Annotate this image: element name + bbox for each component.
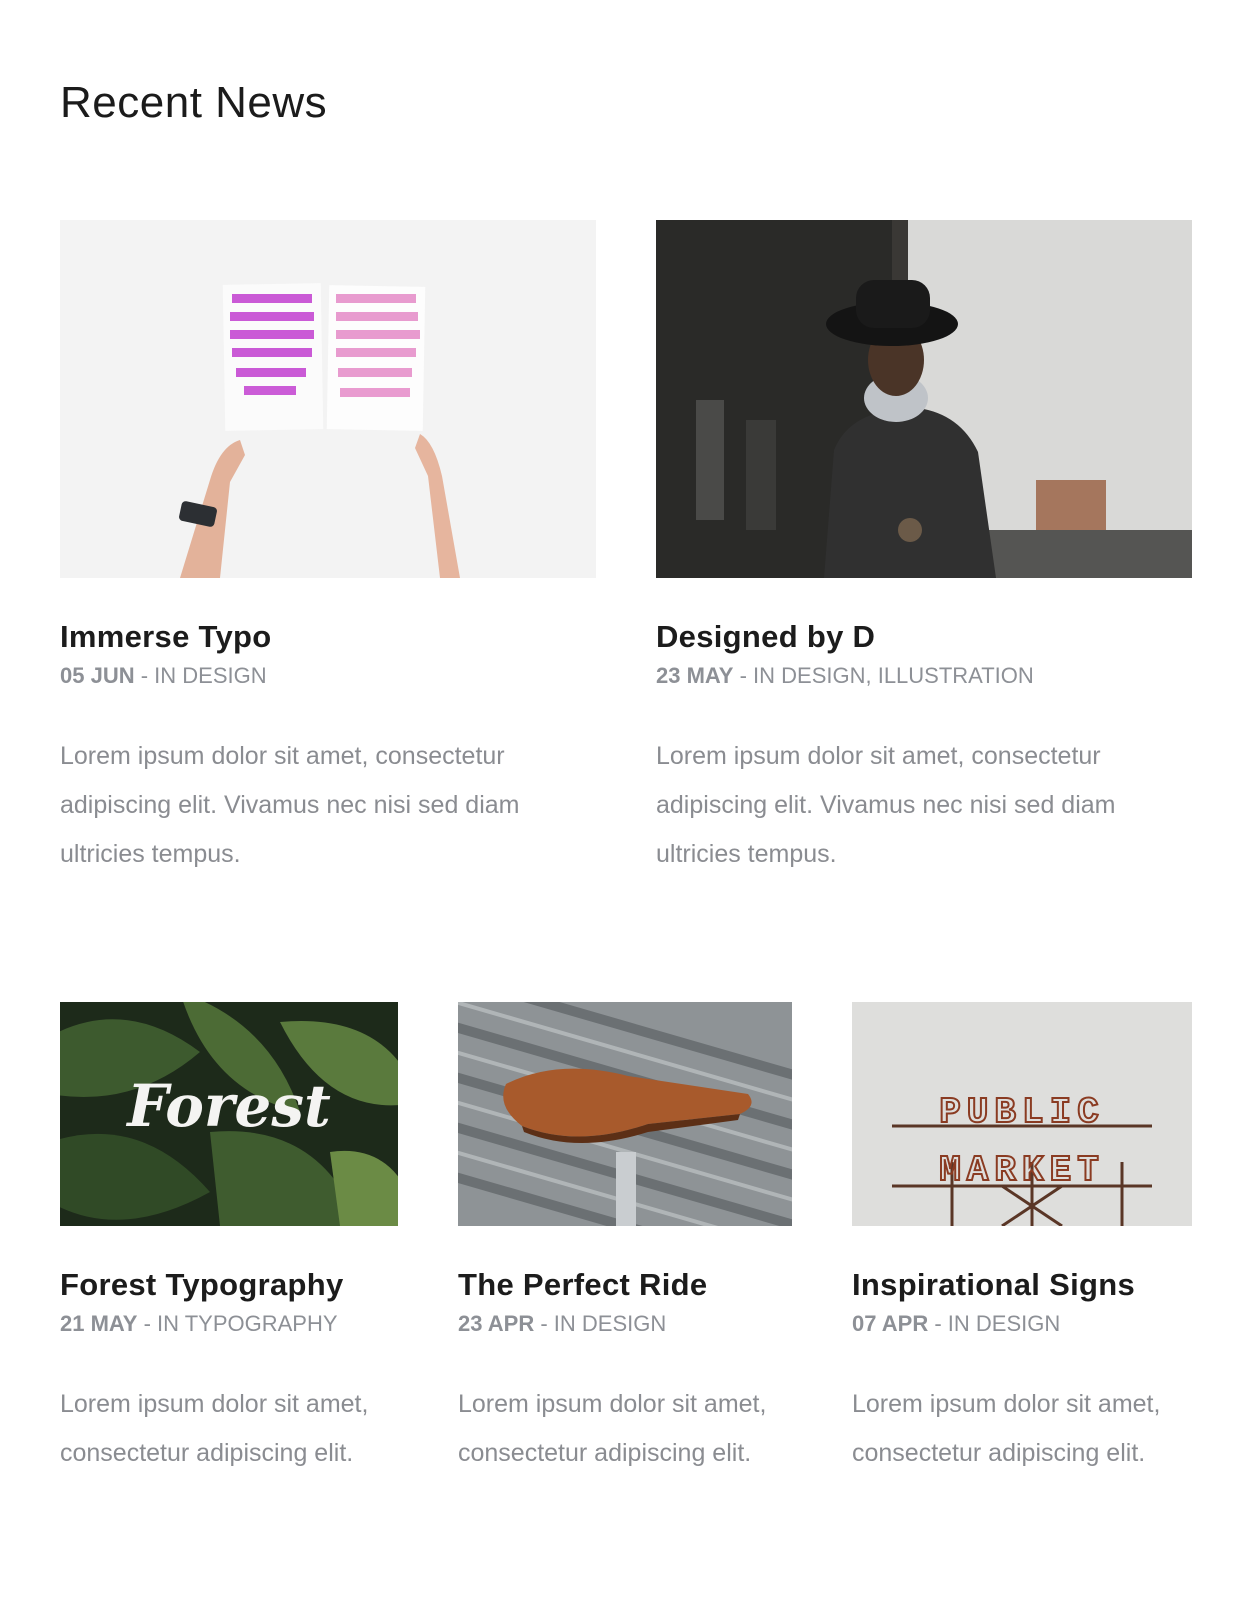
bicycle-saddle-image xyxy=(458,1002,792,1226)
post-categories[interactable]: IN DESIGN xyxy=(154,663,266,688)
public-market-sign-image: PUBLIC MARKET xyxy=(852,1002,1192,1226)
post-thumbnail[interactable] xyxy=(458,1002,792,1226)
meta-separator: - xyxy=(733,663,754,688)
post-meta: 21 MAY - IN TYPOGRAPHY xyxy=(60,1310,398,1338)
post-excerpt: Lorem ipsum dolor sit amet, consectetur … xyxy=(60,742,520,868)
news-card: Forest Forest Typography 21 MAY - IN TYP… xyxy=(60,1002,398,1478)
news-card: Immerse Typo 05 JUN - IN DESIGN Lorem ip… xyxy=(60,220,596,879)
post-meta: 23 MAY - IN DESIGN, ILLUSTRATION xyxy=(656,662,1192,690)
post-meta: 05 JUN - IN DESIGN xyxy=(60,662,596,690)
post-meta: 07 APR - IN DESIGN xyxy=(852,1310,1192,1338)
post-date: 23 APR xyxy=(458,1311,535,1336)
meta-separator: - xyxy=(928,1311,948,1336)
post-excerpt: Lorem ipsum dolor sit amet, consectetur … xyxy=(458,1390,767,1467)
post-excerpt: Lorem ipsum dolor sit amet, consectetur … xyxy=(60,1390,369,1467)
post-thumbnail[interactable] xyxy=(656,220,1192,578)
post-categories[interactable]: IN TYPOGRAPHY xyxy=(157,1311,338,1336)
news-card: The Perfect Ride 23 APR - IN DESIGN Lore… xyxy=(458,1002,792,1478)
news-card: PUBLIC MARKET Inspirational Signs 07 APR… xyxy=(852,1002,1192,1478)
post-title[interactable]: Inspirational Signs xyxy=(852,1266,1192,1304)
section-title: Recent News xyxy=(60,78,328,127)
meta-separator: - xyxy=(534,1311,554,1336)
post-date: 05 JUN xyxy=(60,663,135,688)
post-title[interactable]: Designed by D xyxy=(656,618,1192,656)
post-date: 23 MAY xyxy=(656,663,734,688)
post-date: 21 MAY xyxy=(60,1311,138,1336)
post-title[interactable]: Forest Typography xyxy=(60,1266,398,1304)
forest-leaves-image: Forest xyxy=(60,1002,398,1226)
post-categories[interactable]: IN DESIGN xyxy=(948,1311,1060,1336)
post-categories[interactable]: IN DESIGN xyxy=(554,1311,666,1336)
typography-poster-image xyxy=(60,220,596,578)
news-card: Designed by D 23 MAY - IN DESIGN, ILLUST… xyxy=(656,220,1192,879)
meta-separator: - xyxy=(134,663,155,688)
post-title[interactable]: Immerse Typo xyxy=(60,618,596,656)
post-categories[interactable]: IN DESIGN, ILLUSTRATION xyxy=(753,663,1034,688)
post-thumbnail[interactable]: Forest xyxy=(60,1002,398,1226)
post-thumbnail[interactable] xyxy=(60,220,596,578)
post-title[interactable]: The Perfect Ride xyxy=(458,1266,792,1304)
post-meta: 23 APR - IN DESIGN xyxy=(458,1310,792,1338)
sign-text-public: PUBLIC xyxy=(939,1092,1105,1133)
meta-separator: - xyxy=(137,1311,158,1336)
post-excerpt: Lorem ipsum dolor sit amet, consectetur … xyxy=(852,1390,1161,1467)
forest-lettering: Forest xyxy=(125,1072,331,1140)
post-date: 07 APR xyxy=(852,1311,929,1336)
post-excerpt: Lorem ipsum dolor sit amet, consectetur … xyxy=(656,742,1116,868)
man-in-hat-image xyxy=(656,220,1192,578)
post-thumbnail[interactable]: PUBLIC MARKET xyxy=(852,1002,1192,1226)
sign-text-market: MARKET xyxy=(939,1150,1105,1191)
